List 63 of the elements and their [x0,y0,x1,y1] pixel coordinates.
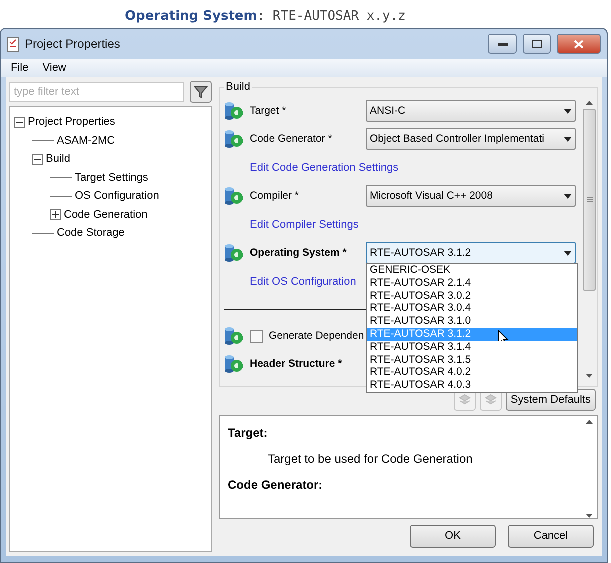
scroll-down-icon[interactable] [586,374,593,378]
help-heading: Target: [228,426,269,440]
dialog-button[interactable]: Cancel [508,524,594,548]
expander-icon[interactable] [50,209,61,220]
menu-item[interactable]: View [42,62,66,74]
help-heading: Code Generator: [228,478,324,492]
funnel-icon [194,85,208,99]
settings-link[interactable]: Edit OS Configuration [250,276,356,288]
tree-item[interactable]: ASAM-2MC [57,134,116,147]
tree-item[interactable]: OS Configuration [75,190,160,202]
dropdown-arrow-icon [564,250,572,256]
expander-icon[interactable] [14,116,25,128]
caption-label: Operating System [125,9,258,24]
stack-icon [484,394,497,406]
scroll-up-icon[interactable] [586,420,593,424]
filter-field[interactable]: type filter text [9,82,184,102]
component-icon [224,102,244,120]
maximize-icon [532,40,542,48]
group-title: Build [225,81,252,93]
help-text: Target to be used for Code Generation [267,452,474,466]
menu-item[interactable]: File [11,62,29,74]
field-label: Operating System * [250,246,348,260]
maximize-button[interactable] [523,34,551,54]
settings-link[interactable]: Edit Code Generation Settings [250,162,399,174]
component-icon [224,355,244,373]
filter-button[interactable] [190,81,212,103]
dropdown[interactable]: Microsoft Visual C++ 2008 [366,185,576,207]
dropdown[interactable]: RTE-AUTOSAR 3.1.2 [366,242,576,264]
dropdown[interactable]: ANSI-C [366,100,576,122]
tree-item[interactable]: Project Properties [28,116,116,128]
expander-icon[interactable] [32,154,43,165]
scroll-down-icon[interactable] [586,514,593,518]
caption-value: : RTE-AUTOSAR x.y.z [257,9,406,24]
close-button[interactable] [557,34,601,54]
minimize-button[interactable] [488,34,517,54]
app-icon [7,36,19,52]
tree-item[interactable]: Build [46,153,70,166]
field-label: Compiler * [250,189,300,203]
window-title: Project Properties [25,37,122,51]
stack-icon [458,394,471,406]
dropdown-arrow-icon [564,194,572,198]
minimize-icon [498,42,508,46]
tree-item[interactable]: Code Generation [64,208,148,221]
tree-item[interactable]: Target Settings [75,172,148,184]
field-label: Code Generator * [250,132,334,146]
component-icon [224,130,244,148]
tree-item[interactable]: Code Storage [57,227,125,240]
scroll-up-icon[interactable] [586,101,593,105]
checkbox[interactable] [250,330,263,342]
dropdown-arrow-icon [564,136,572,142]
field-label: Header Structure * [250,357,344,371]
dropdown-arrow-icon [564,108,572,114]
field-label: Target * [250,104,288,118]
settings-link[interactable]: Edit Compiler Settings [250,218,359,230]
close-icon [574,40,584,48]
minus-plus-icon [52,211,59,218]
checkbox-label: Generate Dependen [269,330,364,342]
dropdown[interactable]: Object Based Controller Implementati [366,128,576,150]
dialog-button[interactable]: OK [410,524,496,548]
component-icon [224,187,244,205]
component-icon [224,327,244,345]
grip-icon [586,197,592,203]
component-icon [224,244,244,262]
